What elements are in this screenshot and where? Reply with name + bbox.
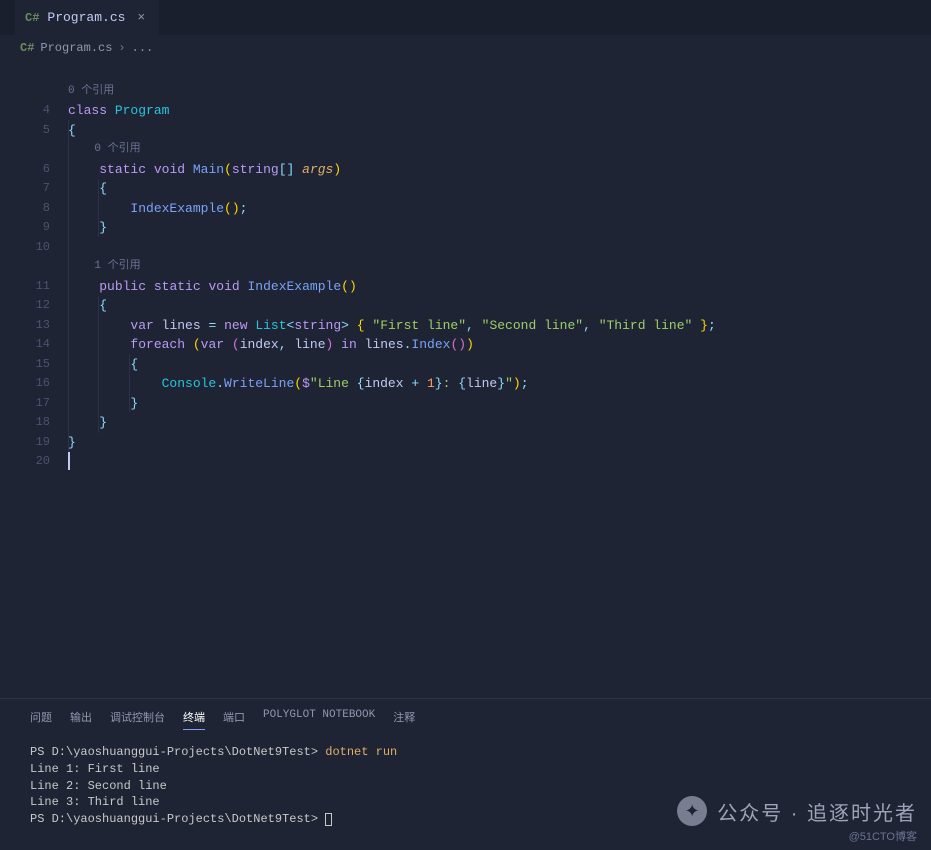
gutter-line: 12 <box>0 296 68 316</box>
watermark-text: 公众号 · 追逐时光者 <box>717 797 917 826</box>
gutter-line: 7 <box>0 179 68 199</box>
code-line: Console.WriteLine($"Line {index + 1}: {l… <box>68 374 931 394</box>
tab-output[interactable]: 输出 <box>70 709 92 730</box>
gutter-line <box>0 257 68 277</box>
tab-problems[interactable]: 问题 <box>30 709 52 730</box>
tab-terminal[interactable]: 终端 <box>183 709 205 730</box>
terminal-panel: 问题 输出 调试控制台 终端 端口 POLYGLOT NOTEBOOK 注释 P… <box>0 698 931 850</box>
code-line <box>68 62 931 82</box>
indent-guide <box>68 120 69 452</box>
breadcrumb-separator-icon: › <box>118 41 125 55</box>
codelens[interactable]: 1 个引用 <box>68 257 931 277</box>
gutter-line: 19 <box>0 433 68 453</box>
gutter-line: 5 <box>0 121 68 141</box>
code-line: static void Main(string[] args) <box>68 160 931 180</box>
cursor-icon <box>68 452 70 470</box>
tab-polyglot[interactable]: POLYGLOT NOTEBOOK <box>263 709 375 730</box>
code-editor[interactable]: 4 5 6 7 8 9 10 11 12 13 14 15 16 17 18 1… <box>0 60 931 698</box>
gutter-line: 17 <box>0 394 68 414</box>
gutter-line: 18 <box>0 413 68 433</box>
watermark-sub: @51CTO博客 <box>849 828 917 844</box>
gutter-line: 15 <box>0 355 68 375</box>
code-line: IndexExample(); <box>68 199 931 219</box>
terminal-tabs: 问题 输出 调试控制台 终端 端口 POLYGLOT NOTEBOOK 注释 <box>0 699 931 736</box>
code-line: class Program <box>68 101 931 121</box>
tab-comments[interactable]: 注释 <box>393 709 415 730</box>
csharp-icon: C# <box>20 41 34 55</box>
gutter-line <box>0 140 68 160</box>
terminal-cursor-icon <box>325 813 332 826</box>
gutter-line: 4 <box>0 101 68 121</box>
code-line: { <box>68 355 931 375</box>
breadcrumb-rest[interactable]: ... <box>132 41 154 55</box>
indent-guide <box>129 354 130 412</box>
breadcrumb[interactable]: C# Program.cs › ... <box>0 35 931 60</box>
gutter-line: 6 <box>0 160 68 180</box>
close-icon[interactable]: × <box>133 10 149 25</box>
gutter-line: 10 <box>0 238 68 258</box>
tab-filename: Program.cs <box>47 10 125 25</box>
code-line <box>68 238 931 258</box>
tab-ports[interactable]: 端口 <box>223 709 245 730</box>
terminal-line: Line 1: First line <box>30 761 901 778</box>
codelens[interactable]: 0 个引用 <box>68 82 931 102</box>
wechat-icon: ✦ <box>677 796 707 826</box>
terminal-line: Line 2: Second line <box>30 778 901 795</box>
editor-tab[interactable]: C# Program.cs × <box>15 0 159 35</box>
indent-guide <box>98 179 99 237</box>
tab-debug-console[interactable]: 调试控制台 <box>110 709 165 730</box>
breadcrumb-file[interactable]: Program.cs <box>40 41 112 55</box>
terminal-line: PS D:\yaoshuanggui-Projects\DotNet9Test>… <box>30 744 901 761</box>
code-line: } <box>68 218 931 238</box>
indent-guide <box>98 296 99 433</box>
code-line: var lines = new List<string> { "First li… <box>68 316 931 336</box>
csharp-icon: C# <box>25 11 39 25</box>
gutter-line <box>0 62 68 82</box>
gutter-line: 16 <box>0 374 68 394</box>
code-line: { <box>68 179 931 199</box>
codelens[interactable]: 0 个引用 <box>68 140 931 160</box>
gutter-line: 13 <box>0 316 68 336</box>
code-line: foreach (var (index, line) in lines.Inde… <box>68 335 931 355</box>
code-content[interactable]: 0 个引用 class Program { 0 个引用 static void … <box>68 60 931 698</box>
code-line: { <box>68 121 931 141</box>
code-line: } <box>68 413 931 433</box>
gutter-line: 14 <box>0 335 68 355</box>
gutter-line: 9 <box>0 218 68 238</box>
code-line: public static void IndexExample() <box>68 277 931 297</box>
line-gutter: 4 5 6 7 8 9 10 11 12 13 14 15 16 17 18 1… <box>0 60 68 698</box>
tab-bar: C# Program.cs × <box>0 0 931 35</box>
gutter-line: 20 <box>0 452 68 472</box>
gutter-line: 8 <box>0 199 68 219</box>
gutter-line: 11 <box>0 277 68 297</box>
gutter-line <box>0 82 68 102</box>
code-line: } <box>68 394 931 414</box>
watermark: ✦ 公众号 · 追逐时光者 <box>677 796 917 826</box>
code-line: { <box>68 296 931 316</box>
code-line: } <box>68 433 931 453</box>
